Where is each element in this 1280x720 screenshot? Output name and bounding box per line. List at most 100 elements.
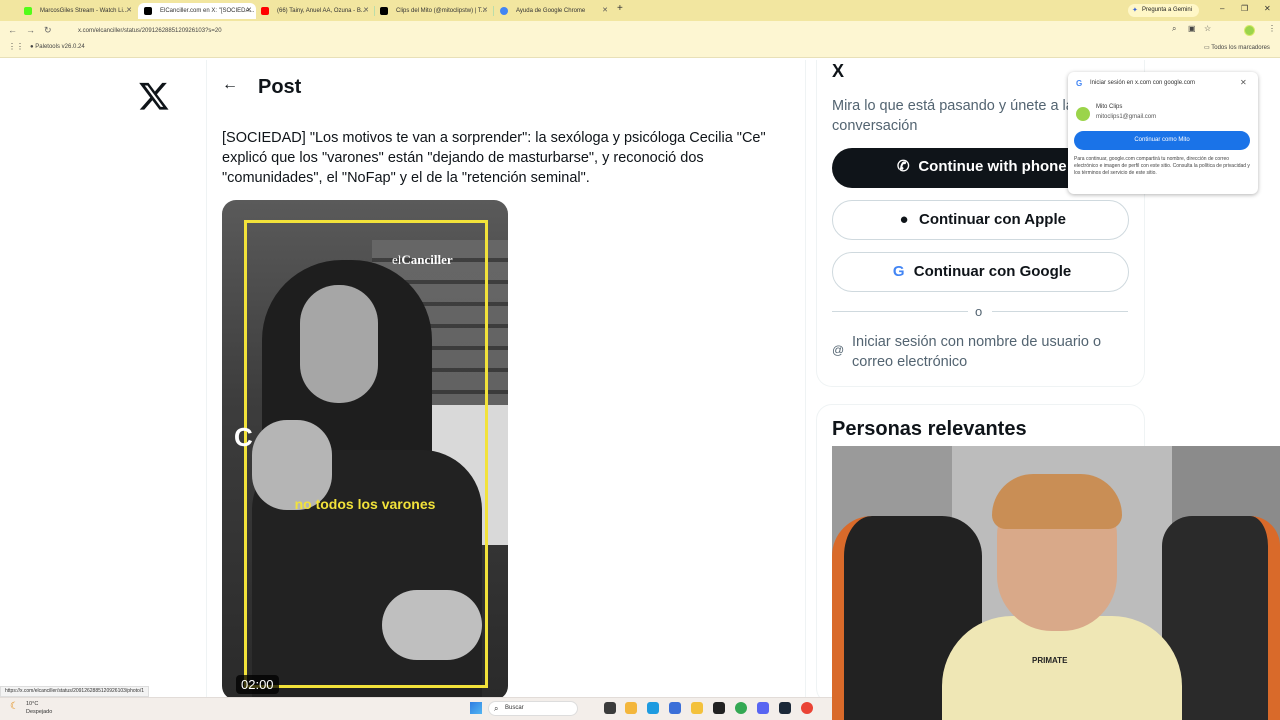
button-label: Continue with phone <box>918 158 1067 175</box>
close-icon[interactable]: ✕ <box>363 3 369 19</box>
app-icon[interactable] <box>713 702 725 714</box>
gemini-button[interactable]: Pregunta a Gemini <box>1128 4 1200 17</box>
shirt-logo: PRIMATE <box>1032 656 1068 665</box>
tab-title: (66) Tainy, Anuel AA, Ozuna - B... <box>277 8 366 14</box>
folder-icon[interactable] <box>691 702 703 714</box>
weather-temp: 10°C <box>26 701 39 707</box>
maximize-button[interactable]: ❐ <box>1241 4 1248 13</box>
tab-youtube[interactable]: (66) Tainy, Anuel AA, Ozuna - B... ✕ <box>255 3 373 19</box>
back-button[interactable]: ← <box>8 25 17 35</box>
button-label: Continuar con Apple <box>919 211 1066 228</box>
tab-x-post[interactable]: ElCanciller.com en X: "[SOCIEDA... ✕ <box>138 3 256 19</box>
close-icon[interactable]: ✕ <box>482 3 488 19</box>
video-duration: 02:00 <box>236 675 279 694</box>
page-title: Post <box>258 76 302 98</box>
divider <box>206 60 207 700</box>
avatar <box>1076 107 1090 121</box>
popup-title: Iniciar sesión en x.com con google.com <box>1090 80 1196 86</box>
account-name: Mito Clips <box>1096 104 1123 110</box>
tab-title: Clips del Mito (@mitoclipstw) | T... <box>396 8 486 14</box>
post-text: [SOCIEDAD] "Los motivos te van a sorpren… <box>222 130 766 186</box>
close-icon[interactable]: ✕ <box>246 3 252 19</box>
x-icon <box>380 7 388 15</box>
forward-button[interactable]: → <box>26 25 35 35</box>
x-icon <box>144 7 152 15</box>
video-caption: no todos los varones <box>294 496 436 512</box>
close-icon[interactable]: ✕ <box>602 3 608 19</box>
chrome-icon-2[interactable] <box>801 702 813 714</box>
toolbar: ← → ↻ x.com/elcanciller/status/209126288… <box>0 21 1280 41</box>
google-icon: G <box>1076 79 1083 88</box>
continue-as-button[interactable]: Continuar como Mito <box>1074 131 1250 150</box>
weather-moon-icon[interactable]: ☾ <box>10 701 19 712</box>
google-icon <box>500 7 508 15</box>
x-logo-icon[interactable] <box>138 80 170 112</box>
edge-icon[interactable] <box>647 702 659 714</box>
tab-title: MarcosGiles Stream - Watch Li... <box>40 8 128 14</box>
brand-name: Canciller <box>401 252 453 267</box>
tab-kick[interactable]: MarcosGiles Stream - Watch Li... ✕ <box>18 3 136 19</box>
reload-button[interactable]: ↻ <box>44 25 52 36</box>
google-signin-popup: G Iniciar sesión en x.com con google.com… <box>1068 72 1258 194</box>
video-overlay-letter: C <box>234 422 253 452</box>
files-icon[interactable] <box>625 702 637 714</box>
account-email: mitoclips1@gmail.com <box>1096 114 1157 120</box>
phone-icon: ✆ <box>897 158 910 175</box>
bookmark-label: Todos los marcadores <box>1211 45 1270 51</box>
streamer-hair <box>992 474 1122 529</box>
profile-avatar[interactable] <box>1244 25 1255 36</box>
apps-icon[interactable]: ⋮⋮ <box>8 42 24 51</box>
streamer-shirt <box>942 616 1182 720</box>
all-bookmarks[interactable]: ▭ Todos los marcadores <box>1204 44 1270 51</box>
minimize-button[interactable]: – <box>1220 4 1224 13</box>
youtube-icon <box>261 7 269 15</box>
apple-icon: ● <box>899 211 909 228</box>
google-icon: G <box>892 263 905 280</box>
video-brand: elCanciller <box>392 252 453 268</box>
or-separator: o <box>975 304 983 319</box>
install-icon[interactable]: ▣ <box>1188 24 1196 33</box>
at-icon: @ <box>832 343 845 357</box>
zoom-icon[interactable]: ⌕ <box>1172 24 1176 34</box>
button-label: Continuar con Google <box>913 263 1072 280</box>
weather-desc: Despejado <box>26 709 53 715</box>
bookmark-label: Paletools v26.0.24 <box>35 44 85 50</box>
address-bar[interactable]: x.com/elcanciller/status/209126288512092… <box>66 24 1156 38</box>
star-icon[interactable]: ☆ <box>1204 24 1211 33</box>
continue-with-apple-button[interactable]: ● Continuar con Apple <box>832 200 1129 240</box>
status-url: https://x.com/elcanciller/status/2091262… <box>0 686 149 697</box>
continue-with-google-button[interactable]: G Continuar con Google <box>832 252 1129 292</box>
divider <box>992 311 1128 312</box>
brand-prefix: el <box>392 252 402 267</box>
close-icon[interactable]: ✕ <box>1240 78 1247 87</box>
chrome-icon[interactable] <box>735 702 747 714</box>
close-icon[interactable]: ✕ <box>126 3 132 19</box>
bookmark-paletools[interactable]: ● Paletools v26.0.24 <box>30 44 85 50</box>
relevant-people-title: Personas relevantes <box>832 418 1027 440</box>
windows-start-icon[interactable] <box>470 702 482 714</box>
close-window-button[interactable]: ✕ <box>1264 4 1271 13</box>
new-tab-button[interactable]: + <box>617 3 623 14</box>
divider <box>832 311 968 312</box>
divider <box>805 60 806 700</box>
task-view-icon[interactable] <box>604 702 616 714</box>
kick-icon <box>24 7 32 15</box>
taskbar: ☾ 10°C Despejado Buscar <box>0 697 832 720</box>
steam-icon[interactable] <box>779 702 791 714</box>
store-icon[interactable] <box>669 702 681 714</box>
signup-logo: X <box>832 61 845 81</box>
discord-icon[interactable] <box>757 702 769 714</box>
menu-icon[interactable]: ⋮ <box>1268 24 1276 33</box>
tab-title: Ayuda de Google Chrome <box>516 8 586 14</box>
login-with-username-link[interactable]: Iniciar sesión con nombre de usuario o c… <box>852 332 1132 372</box>
video-player[interactable]: elCanciller C no todos los varones 02:00 <box>222 200 508 700</box>
taskbar-search[interactable]: Buscar <box>488 701 578 716</box>
popup-legal-text: Para continuar, google.com compartirá tu… <box>1074 156 1250 176</box>
tab-strip: MarcosGiles Stream - Watch Li... ✕ ElCan… <box>0 0 1280 21</box>
video-frame <box>244 220 488 688</box>
webcam-overlay: PRIMATE <box>832 446 1280 720</box>
tab-clips[interactable]: Clips del Mito (@mitoclipstw) | T... ✕ <box>374 3 492 19</box>
tab-chrome-help[interactable]: Ayuda de Google Chrome ✕ <box>494 3 612 19</box>
back-arrow-icon[interactable]: ← <box>222 76 238 94</box>
bookmarks-bar: ⋮⋮ ● Paletools v26.0.24 ▭ Todos los marc… <box>0 41 1280 58</box>
